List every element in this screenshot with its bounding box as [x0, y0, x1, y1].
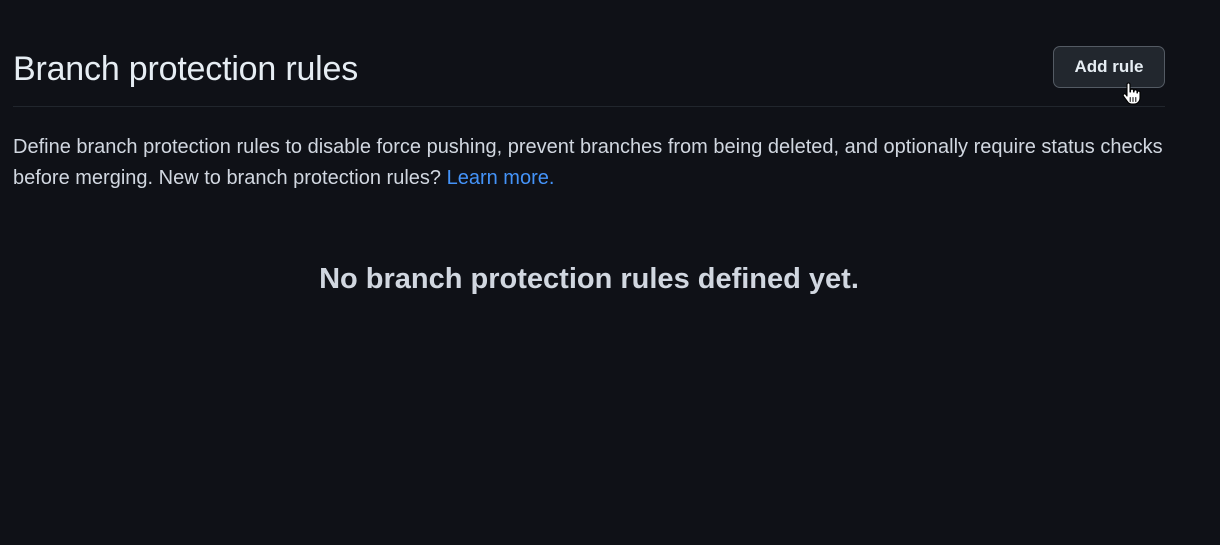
empty-state-message: No branch protection rules defined yet. — [319, 263, 859, 295]
page-header: Branch protection rules Add rule — [13, 46, 1165, 107]
learn-more-link[interactable]: Learn more. — [447, 167, 555, 189]
add-rule-button[interactable]: Add rule — [1053, 46, 1165, 88]
page-title: Branch protection rules — [13, 50, 359, 88]
description: Define branch protection rules to disabl… — [13, 132, 1183, 194]
description-text: Define branch protection rules to disabl… — [13, 136, 1163, 189]
